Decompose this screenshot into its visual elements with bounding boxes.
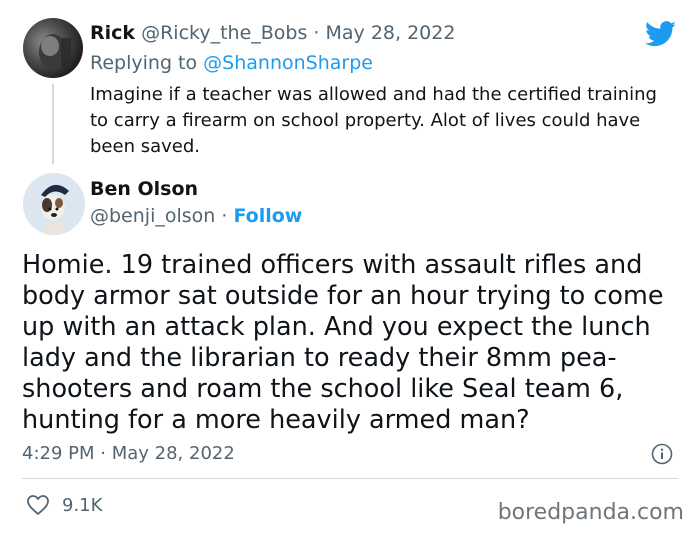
like-count: 9.1K: [62, 494, 103, 516]
replying-to-link[interactable]: @ShannonSharpe: [203, 52, 373, 74]
replying-prefix: Replying to: [90, 52, 204, 74]
separator: ·: [307, 22, 326, 44]
ben-avatar-image: [23, 173, 85, 235]
ben-avatar[interactable]: [23, 173, 85, 235]
main-tweet-text: Homie. 19 trained officers with assault …: [22, 250, 664, 435]
follow-button[interactable]: Follow: [233, 205, 302, 227]
tweet-time: 4:29 PM: [22, 443, 95, 464]
separator: ·: [94, 443, 112, 464]
replying-to-line: Replying to @ShannonSharpe: [90, 52, 373, 74]
main-author-line: @benji_olson · Follow: [90, 205, 302, 227]
divider: [22, 478, 678, 479]
rick-avatar-image: [39, 34, 71, 70]
main-author-name[interactable]: Ben Olson: [90, 178, 198, 200]
parent-tweet-date[interactable]: May 28, 2022: [326, 22, 456, 44]
tweet-date: May 28, 2022: [111, 443, 235, 464]
watermark: boredpanda.com: [497, 500, 684, 525]
parent-tweet-text: Imagine if a teacher was allowed and had…: [90, 84, 657, 157]
rick-avatar[interactable]: [23, 18, 83, 78]
parent-tweet-header: Rick @Ricky_the_Bobs · May 28, 2022: [90, 22, 455, 44]
parent-author-name[interactable]: Rick: [90, 22, 135, 44]
twitter-bird-icon[interactable]: [645, 21, 677, 47]
parent-author-handle[interactable]: @Ricky_the_Bobs: [141, 22, 307, 44]
info-icon[interactable]: [651, 443, 673, 465]
main-tweet-timestamp[interactable]: 4:29 PM · May 28, 2022: [22, 443, 235, 464]
like-action[interactable]: 9.1K: [26, 494, 102, 516]
thread-connector: [52, 84, 54, 164]
heart-icon[interactable]: [26, 494, 50, 516]
separator: ·: [215, 205, 234, 227]
main-author-handle[interactable]: @benji_olson: [90, 205, 215, 227]
